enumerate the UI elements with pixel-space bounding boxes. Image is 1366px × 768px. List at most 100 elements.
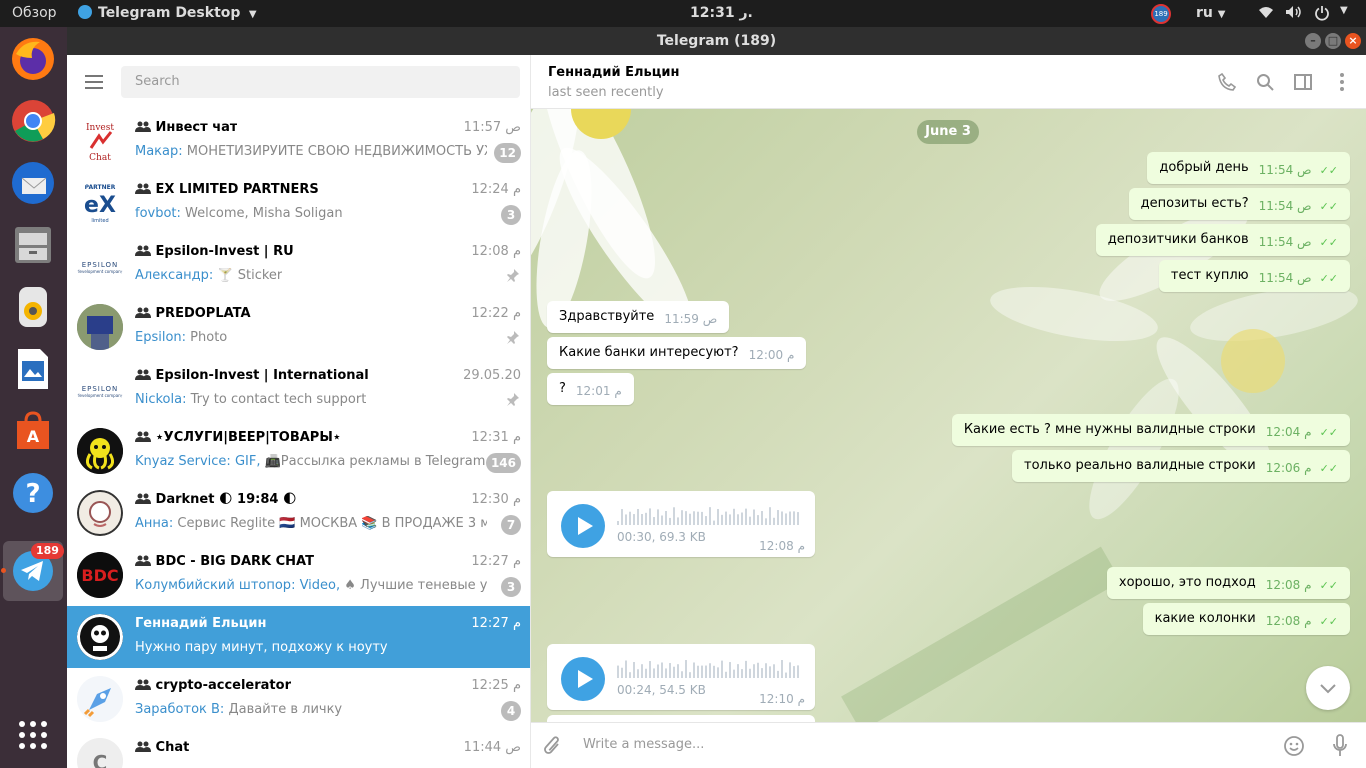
chat-avatar: Invest Chat [77, 118, 123, 164]
chat-list-item[interactable]: crypto-accelerator 12:25 م Заработок В: Да… [67, 668, 530, 730]
power-icon[interactable] [1314, 5, 1330, 25]
search-input[interactable]: Search [121, 66, 520, 98]
language-indicator[interactable]: ru ▼ [1196, 5, 1225, 21]
chat-preview: Nickola: Try to contact tech support [135, 392, 366, 407]
message-bubble[interactable]: ? 12:01 م [547, 373, 634, 405]
telegram-dock-icon[interactable]: 189 [3, 541, 64, 601]
tray-telegram-icon[interactable]: 189 [1151, 4, 1171, 24]
chat-avatar [77, 490, 123, 536]
svg-text:limited: limited [91, 218, 108, 224]
chat-list-item[interactable]: Геннадий Ельцин 12:27 م Нужно пару минут, … [67, 606, 530, 668]
chat-list-item[interactable]: PARTNER eX limited EX LIMITED PARTNERS 12:2… [67, 172, 530, 234]
waveform-bar [717, 509, 719, 525]
chat-list-item[interactable]: EPSILON development company Epsilon-Inves… [67, 234, 530, 296]
chat-list-item[interactable]: EPSILON development company Epsilon-Inves… [67, 358, 530, 420]
chat-sender: Заработок В: [135, 702, 225, 717]
clock[interactable]: 12:31 ر. [690, 5, 753, 21]
play-button[interactable] [561, 657, 605, 701]
chat-name: Геннадий Ельцин [135, 616, 266, 631]
chat-list-item[interactable]: C Chat 11:44 ص [67, 730, 530, 768]
waveform-bar [653, 517, 655, 525]
waveform-bar [729, 662, 731, 678]
attach-icon[interactable] [543, 735, 563, 761]
play-button[interactable] [561, 504, 605, 548]
dock: A ? 189 [0, 27, 67, 768]
chat-preview-text: МОНЕТИЗИРУЙТЕ СВОЮ НЕДВИЖИМОСТЬ УЖ... [182, 144, 487, 159]
chat-name: BDC - BIG DARK CHAT [135, 554, 314, 569]
message-bubble[interactable]: Здравствуйте 11:59 ص [547, 301, 730, 333]
window-titlebar[interactable]: Telegram (189) – □ × [67, 27, 1366, 55]
scroll-down-button[interactable] [1306, 666, 1350, 710]
chrome-icon[interactable] [7, 95, 59, 147]
chat-list-item[interactable]: Darknet 🌓 19:84 🌓 12:30 م Анна: Сервис Reg… [67, 482, 530, 544]
message-bubble[interactable]: тест куплю 11:54 ص ✓✓ [1158, 260, 1350, 292]
search-icon[interactable] [1256, 73, 1274, 95]
thunderbird-icon[interactable] [7, 157, 59, 209]
help-icon[interactable]: ? [7, 467, 59, 519]
waveform-bar [705, 665, 707, 678]
message-bubble[interactable]: только реально валидные строки 12:06 م ✓✓ [1012, 450, 1350, 482]
volume-icon[interactable] [1285, 5, 1301, 23]
chat-sender: Анна: [135, 516, 174, 531]
emoji-icon[interactable] [1283, 735, 1305, 761]
chat-list-item[interactable]: Invest Chat Инвест чат 11:57 ص Макар: МОНЕТ… [67, 110, 530, 172]
minimize-button[interactable]: – [1305, 33, 1321, 49]
chat-preview-text: 📠Рассылка рекламы в Telegram ч... [260, 454, 487, 469]
message-time: 11:54 ص [1258, 235, 1312, 249]
message-input[interactable]: Write a message... [583, 737, 1263, 752]
waveform-bar [749, 668, 751, 678]
libreoffice-writer-icon[interactable] [7, 343, 59, 395]
message-bubble[interactable]: добрый день 11:54 ص ✓✓ [1147, 152, 1350, 184]
peer-name[interactable]: Геннадий Ельцин [548, 65, 679, 80]
more-options-icon[interactable] [1340, 73, 1344, 95]
running-indicator [1, 568, 6, 573]
close-button[interactable]: × [1345, 33, 1361, 49]
group-icon [135, 554, 151, 569]
activities-button[interactable]: Обзор [12, 5, 57, 21]
rhythmbox-icon[interactable] [7, 281, 59, 333]
chat-list-item[interactable]: ⋆УСЛУГИ|BEEP|ТОВАРЫ⋆ 12:31 م Knyaz Service… [67, 420, 530, 482]
phone-icon[interactable] [1218, 72, 1237, 95]
chat-list-item[interactable]: BDC BDC - BIG DARK CHAT 12:27 م Колумбийск… [67, 544, 530, 606]
read-ticks-icon: ✓✓ [1319, 615, 1343, 628]
message-bubble[interactable]: какие колонки 12:08 م ✓✓ [1142, 603, 1350, 635]
chat-avatar: C [77, 738, 123, 768]
chat-sender: fovbot: [135, 206, 181, 221]
waveform-bar [633, 662, 635, 678]
chat-preview: Александр: 🍸 Sticker [135, 268, 282, 283]
message-time: 12:00 م [748, 348, 795, 362]
waveform-bar [737, 664, 739, 678]
chevron-down-icon[interactable]: ▼ [1340, 5, 1348, 16]
chat-list-item[interactable]: PREDOPLATA 12:22 م Epsilon: Photo [67, 296, 530, 358]
waveform-bar [661, 515, 663, 525]
waveform-bar [777, 510, 779, 525]
waveform[interactable] [617, 501, 803, 525]
waveform-bar [797, 512, 799, 525]
hamburger-menu-icon[interactable] [85, 75, 103, 89]
message-bubble[interactable]: хорошо, это подход 12:08 م ✓✓ [1106, 567, 1350, 599]
message-bubble[interactable]: Какие есть ? мне нужны валидные строки 12… [951, 414, 1350, 446]
message-area[interactable]: June 3 добрый день 11:54 ص ✓✓ депозиты ест… [531, 109, 1366, 722]
message-bubble[interactable]: депозитчики банков 11:54 ص ✓✓ [1095, 224, 1350, 256]
firefox-icon[interactable] [7, 33, 59, 85]
software-center-icon[interactable]: A [7, 405, 59, 457]
message-bubble[interactable]: депозиты есть? 11:54 ص ✓✓ [1128, 188, 1350, 220]
app-menu[interactable]: Telegram Desktop ▼ [78, 5, 257, 21]
message-bubble[interactable]: Какие банки интересуют? 12:00 م [547, 337, 807, 369]
waveform-bar [781, 660, 783, 678]
waveform-bar [769, 666, 771, 678]
group-icon [135, 678, 151, 693]
group-icon [135, 120, 151, 135]
microphone-icon[interactable] [1332, 734, 1348, 762]
waveform-bar [753, 664, 755, 678]
maximize-button[interactable]: □ [1325, 33, 1341, 49]
waveform[interactable] [617, 654, 803, 678]
files-icon[interactable] [7, 219, 59, 271]
waveform-bar [645, 512, 647, 525]
pin-icon [506, 331, 519, 348]
waveform-bar [793, 666, 795, 678]
chat-preview: Epsilon: Photo [135, 330, 227, 345]
show-applications-icon[interactable] [7, 709, 59, 761]
sidebar-toggle-icon[interactable] [1294, 73, 1312, 95]
wifi-icon[interactable] [1258, 5, 1274, 23]
